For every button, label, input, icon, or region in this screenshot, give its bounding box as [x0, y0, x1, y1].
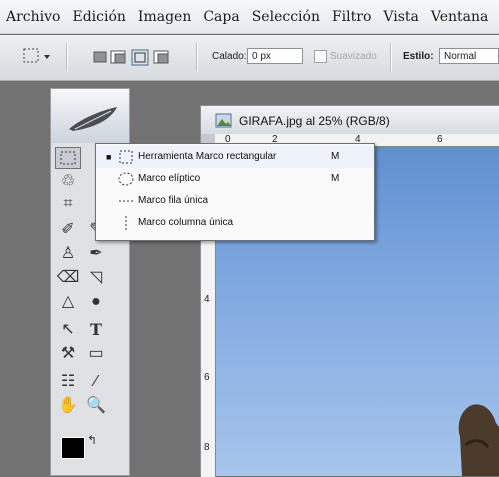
selection-mode-buttons	[92, 47, 188, 67]
eraser-icon[interactable]: ⌫	[55, 267, 81, 289]
feather-input[interactable]: 0 px	[247, 48, 303, 64]
menu-capa[interactable]: Capa	[203, 9, 239, 25]
burn-icon[interactable]: ●	[83, 291, 109, 313]
options-bar: Calado: 0 px Suavizado Estilo: Normal	[0, 35, 499, 81]
document-title: GIRAFA.jpg al 25% (RGB/8)	[239, 114, 390, 128]
flyout-item-label: Marco elíptico	[138, 173, 201, 184]
move-path-icon[interactable]: ↖	[55, 319, 81, 341]
crop-icon[interactable]: ⌗	[55, 193, 81, 215]
menu-edicion[interactable]: Edición	[72, 9, 125, 25]
ruler-tick-label: 6	[204, 372, 210, 383]
flyout-item-label: Marco fila única	[138, 195, 209, 206]
feather-label: Calado:	[212, 51, 247, 62]
foreground-color-swatch[interactable]	[61, 437, 85, 459]
menu-imagen[interactable]: Imagen	[138, 9, 191, 25]
style-select[interactable]: Normal	[439, 48, 499, 64]
ruler-tick-label: 8	[204, 442, 210, 453]
flyout-item-label: Marco columna única	[138, 217, 234, 228]
tool-preset-picker[interactable]	[22, 47, 52, 65]
flyout-item-single-column[interactable]: Marco columna única	[96, 212, 374, 234]
marquee-tool-flyout-menu: ■ Herramienta Marco rectangular M Marco …	[95, 143, 375, 241]
document-image-icon	[215, 113, 232, 128]
ruler-tick-label: 6	[437, 134, 443, 145]
menu-archivo[interactable]: Archivo	[6, 9, 60, 25]
rect-marquee-icon	[23, 48, 50, 63]
flyout-item-shortcut: M	[331, 151, 340, 162]
flyout-item-single-row[interactable]: Marco fila única	[96, 190, 374, 212]
lasso-icon[interactable]: ♲	[55, 171, 81, 193]
feather-logo-icon	[69, 107, 117, 131]
menu-ventana[interactable]: Ventana	[431, 9, 488, 25]
type-icon[interactable]: T	[83, 319, 109, 341]
selected-marker: ■	[106, 152, 112, 162]
menu-vista[interactable]: Vista	[383, 9, 419, 25]
menu-filtro[interactable]: Filtro	[332, 9, 371, 25]
selection-mode-icons	[93, 49, 169, 66]
document-title-bar[interactable]: GIRAFA.jpg al 25% (RGB/8)	[201, 106, 499, 134]
menu-bar: Archivo Edición Imagen Capa Selección Fi…	[0, 0, 499, 34]
ruler-tick-label: 4	[204, 294, 210, 305]
shape-icon[interactable]: ▭	[83, 343, 109, 365]
eyedropper-icon[interactable]: ⁄	[83, 371, 109, 393]
healing-brush-icon[interactable]: ✐	[55, 219, 81, 241]
antialias-checkbox[interactable]	[314, 50, 327, 63]
pen-icon[interactable]: ⚒	[55, 343, 81, 365]
flyout-item-label: Herramienta Marco rectangular	[138, 151, 277, 162]
paint-bucket-icon[interactable]: ◹	[83, 267, 109, 289]
flyout-item-ellipse-marquee[interactable]: Marco elíptico M	[96, 168, 374, 190]
flyout-item-shortcut: M	[331, 173, 340, 184]
rect-marquee-tool[interactable]	[55, 147, 81, 169]
hand-icon[interactable]: ✋	[55, 395, 81, 417]
menu-seleccion[interactable]: Selección	[252, 9, 320, 25]
toolbox-header	[51, 89, 129, 143]
flyout-item-rect-marquee[interactable]: ■ Herramienta Marco rectangular M	[96, 146, 374, 168]
single-column-marquee-icon	[118, 212, 134, 238]
antialias-label: Suavizado	[330, 51, 377, 62]
history-brush-icon[interactable]: ✒	[83, 243, 109, 265]
style-label: Estilo:	[403, 51, 434, 62]
notes-icon[interactable]: ☷	[55, 371, 81, 393]
clone-stamp-icon[interactable]: ♙	[55, 243, 81, 265]
dodge-icon[interactable]: △	[55, 291, 81, 313]
swap-colors-icon[interactable]: ↰	[87, 433, 97, 447]
zoom-icon[interactable]: 🔍	[83, 395, 109, 417]
